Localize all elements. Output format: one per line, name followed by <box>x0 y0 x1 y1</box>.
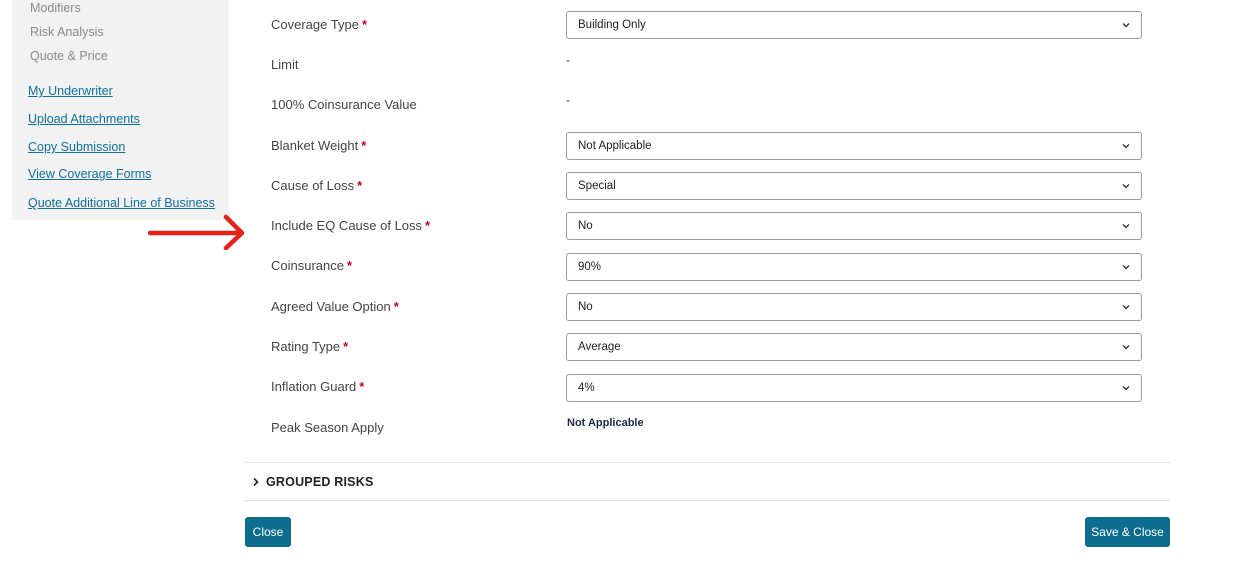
chevron-down-icon <box>1122 23 1130 28</box>
divider <box>244 462 1170 463</box>
chevron-down-icon <box>1122 386 1130 391</box>
required-marker: * <box>347 258 353 273</box>
required-marker: * <box>343 339 349 354</box>
cause-of-loss-label: Cause of Loss * <box>271 178 363 193</box>
sidebar-item-quote-price[interactable]: Quote & Price <box>30 48 108 64</box>
grouped-risks-toggle[interactable]: GROUPED RISKS <box>252 474 373 490</box>
required-marker: * <box>359 379 365 394</box>
coinsurance-select[interactable]: 90% <box>566 253 1142 281</box>
save-close-button[interactable]: Save & Close <box>1085 517 1170 547</box>
divider <box>244 500 1170 501</box>
chevron-down-icon <box>1122 144 1130 149</box>
coverage-type-select[interactable]: Building Only <box>566 11 1142 39</box>
include-eq-cause-of-loss-label: Include EQ Cause of Loss * <box>271 218 431 233</box>
sidebar: Modifiers Risk Analysis Quote & Price My… <box>12 0 229 220</box>
required-marker: * <box>357 178 363 193</box>
chevron-down-icon <box>1122 345 1130 350</box>
rating-type-label: Rating Type * <box>271 339 349 354</box>
coinsurance-value-label: 100% Coinsurance Value <box>271 97 417 112</box>
coinsurance-value-value: - <box>566 93 570 107</box>
required-marker: * <box>425 218 431 233</box>
required-marker: * <box>393 299 399 314</box>
chevron-down-icon <box>1122 184 1130 189</box>
agreed-value-option-label: Agreed Value Option * <box>271 299 399 314</box>
upload-attachments-link[interactable]: Upload Attachments <box>28 111 140 127</box>
quote-additional-lob-link[interactable]: Quote Additional Line of Business <box>28 195 215 211</box>
inflation-guard-select[interactable]: 4% <box>566 374 1142 402</box>
chevron-down-icon <box>1122 224 1130 229</box>
view-coverage-forms-link[interactable]: View Coverage Forms <box>28 166 151 182</box>
coinsurance-label: Coinsurance * <box>271 258 353 273</box>
limit-label: Limit <box>271 57 299 72</box>
required-marker: * <box>361 138 367 153</box>
peak-season-apply-label: Peak Season Apply <box>271 420 384 435</box>
limit-value: - <box>566 53 570 67</box>
blanket-weight-label: Blanket Weight * <box>271 138 367 153</box>
chevron-down-icon <box>1122 305 1130 310</box>
inflation-guard-label: Inflation Guard * <box>271 379 365 394</box>
sidebar-item-modifiers[interactable]: Modifiers <box>30 3 81 16</box>
sidebar-item-risk-analysis[interactable]: Risk Analysis <box>30 24 104 40</box>
required-marker: * <box>361 17 367 32</box>
chevron-right-icon <box>253 477 259 487</box>
my-underwriter-link[interactable]: My Underwriter <box>28 83 113 99</box>
copy-submission-link[interactable]: Copy Submission <box>28 139 125 155</box>
agreed-value-option-select[interactable]: No <box>566 293 1142 321</box>
coverage-type-label: Coverage Type * <box>271 17 367 32</box>
cause-of-loss-select[interactable]: Special <box>566 172 1142 200</box>
peak-season-apply-value: Not Applicable <box>567 417 644 429</box>
close-button[interactable]: Close <box>245 517 291 547</box>
grouped-risks-title: GROUPED RISKS <box>266 475 374 489</box>
red-arrow-icon <box>148 214 245 250</box>
chevron-down-icon <box>1122 265 1130 270</box>
include-eq-cause-of-loss-select[interactable]: No <box>566 212 1142 240</box>
rating-type-select[interactable]: Average <box>566 333 1142 361</box>
blanket-weight-select[interactable]: Not Applicable <box>566 132 1142 160</box>
